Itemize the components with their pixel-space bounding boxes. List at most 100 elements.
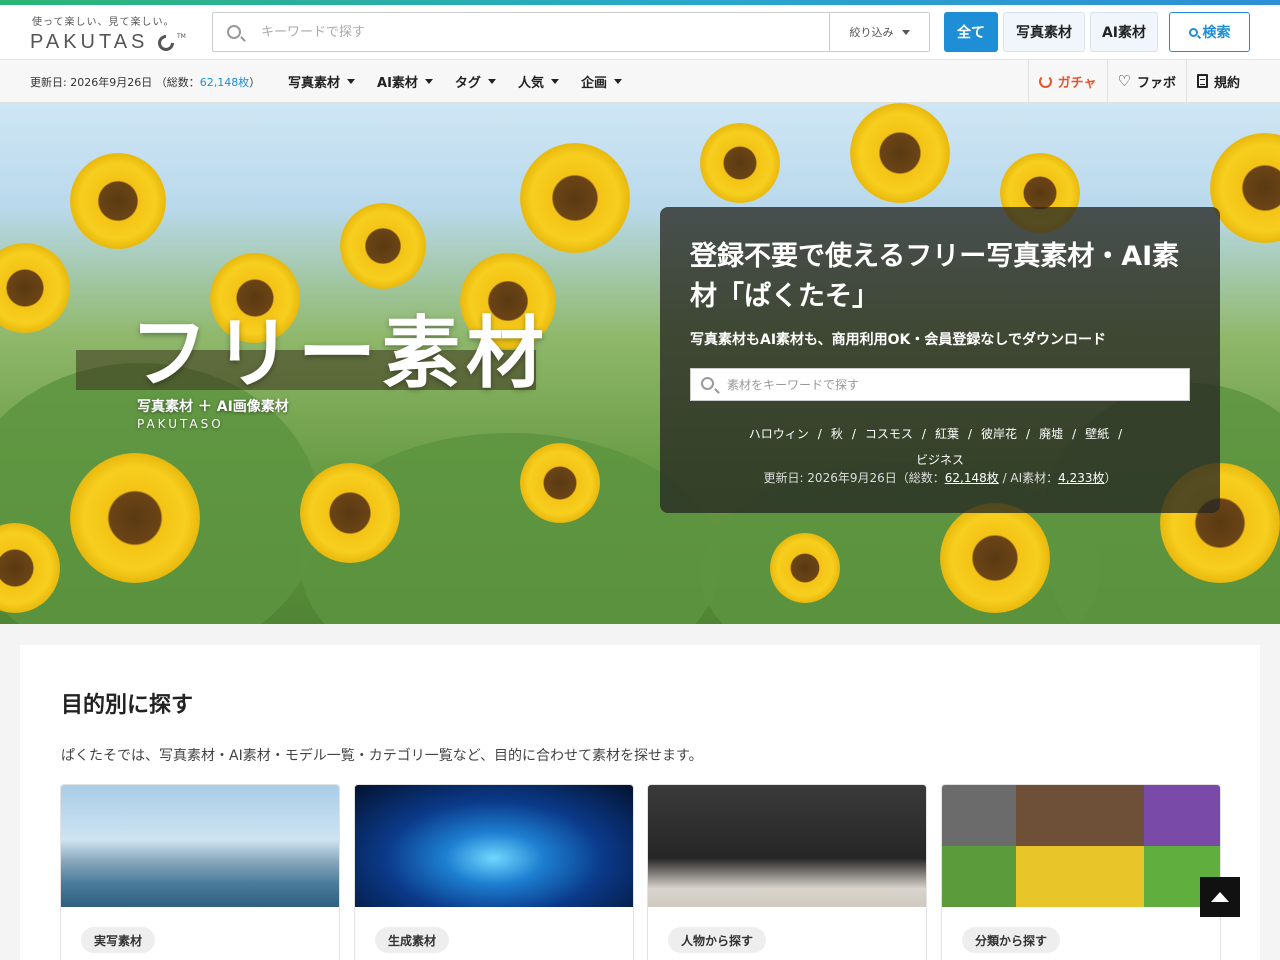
panel-lead: 写真素材もAI素材も、商用利用OK・会員登録なしでダウンロード: [690, 332, 1106, 348]
chevron-down-icon: [347, 79, 356, 84]
update-info: 更新日: 2026年9月26日 （総数：62,148枚）: [30, 74, 260, 90]
header-search-input[interactable]: [261, 19, 821, 45]
panel-search-input[interactable]: [727, 374, 1167, 396]
panel-heading: 登録不要で使えるフリー写真素材・AI素材「ぱくたそ」: [690, 241, 1180, 312]
card-badge: 実写素材: [81, 927, 156, 953]
tag-link[interactable]: ビジネス: [916, 453, 964, 467]
tag-link[interactable]: ハロウィン: [749, 427, 809, 441]
filter-label: 絞り込み: [849, 26, 894, 39]
collage-tile: [1016, 846, 1144, 907]
section-description: ぱくたそでは、写真素材・AI素材・モデル一覧・カテゴリ一覧など、目的に合わせて素…: [61, 748, 703, 764]
nav-item-project[interactable]: 企画: [581, 72, 622, 91]
hero-subtitle: 写真素材 ＋ AI画像素材: [137, 399, 289, 415]
scope-ai-button[interactable]: AI素材: [1090, 12, 1158, 52]
purpose-section: 目的別に探す ぱくたそでは、写真素材・AI素材・モデル一覧・カテゴリ一覧など、目…: [20, 645, 1260, 960]
hero-brand: PAKUTASO: [137, 417, 224, 431]
sunflower-shape: [70, 153, 166, 249]
tag-separator: /: [1118, 427, 1123, 441]
chevron-down-icon: [901, 29, 910, 35]
panel-updated-suffix: ）: [1104, 471, 1117, 485]
logo-tagline: 使って楽しい、見て楽しい。: [32, 17, 175, 28]
chevron-down-icon: [613, 79, 622, 84]
card-generated-material[interactable]: 生成素材: [354, 784, 634, 960]
collage-tile: [1144, 785, 1220, 846]
collage-tile: [942, 846, 1016, 907]
total-count-link[interactable]: 62,148枚: [945, 471, 999, 485]
search-button-label: 検索: [1202, 25, 1231, 41]
nav-item-label: AI素材: [377, 76, 418, 91]
updated-suffix: ）: [249, 76, 261, 89]
tag-separator: /: [1026, 427, 1031, 441]
card-thumbnail-network: [355, 785, 633, 907]
favorite-label: ファボ: [1136, 75, 1176, 91]
scope-all-button[interactable]: 全て: [944, 12, 998, 52]
section-title: 目的別に探す: [61, 693, 194, 718]
tag-separator: /: [921, 427, 926, 441]
panel-update-info: 更新日: 2026年9月26日（総数：62,148枚 / AI素材：4,233枚…: [690, 469, 1190, 486]
hero-banner: フリー素材 写真素材 ＋ AI画像素材 PAKUTASO 登録不要で使えるフリー…: [0, 103, 1280, 624]
card-badge: 分類から探す: [962, 927, 1061, 953]
site-logo[interactable]: 使って楽しい、見て楽しい。 PAKUTAS TM: [30, 11, 190, 55]
nav-item-photo[interactable]: 写真素材: [288, 72, 356, 91]
card-find-by-person[interactable]: 人物から探す: [647, 784, 927, 960]
site-header: 使って楽しい、見て楽しい。 PAKUTAS TM 絞り込み 全て 写真素材 AI…: [0, 5, 1280, 59]
tag-separator: /: [851, 427, 856, 441]
sunflower-shape: [770, 533, 840, 603]
ai-count-link[interactable]: 4,233枚: [1058, 471, 1104, 485]
hero-search-panel: 登録不要で使えるフリー写真素材・AI素材「ぱくたそ」 写真素材もAI素材も、商用…: [660, 207, 1220, 513]
tag-link[interactable]: 紅葉: [935, 427, 959, 441]
nav-right-links: ガチャ ♡ ファボ 規約: [1027, 60, 1250, 102]
nav-item-label: タグ: [454, 76, 481, 91]
sunflower-shape: [700, 123, 780, 203]
sunflower-shape: [340, 203, 426, 289]
scope-photo-button[interactable]: 写真素材: [1003, 12, 1085, 52]
chevron-down-icon: [487, 79, 496, 84]
search-icon: [701, 377, 714, 390]
tag-link[interactable]: コスモス: [865, 427, 913, 441]
sunflower-shape: [520, 443, 600, 523]
terms-link[interactable]: 規約: [1185, 60, 1250, 102]
tag-separator: /: [967, 427, 973, 441]
search-icon: [1188, 27, 1198, 37]
sub-navigation: 更新日: 2026年9月26日 （総数：62,148枚） 写真素材 AI素材 タ…: [0, 59, 1280, 103]
nav-item-label: 企画: [580, 76, 607, 91]
sunflower-shape: [520, 143, 630, 253]
logo-text: PAKUTAS: [30, 31, 149, 53]
card-thumbnail-people: [648, 785, 926, 907]
tag-separator: /: [1072, 427, 1077, 441]
panel-updated-mid: / AI素材：: [998, 471, 1059, 485]
heart-icon: ♡: [1117, 72, 1131, 90]
card-badge: 生成素材: [375, 927, 450, 953]
search-button[interactable]: 検索: [1169, 12, 1250, 52]
nav-item-popular[interactable]: 人気: [518, 72, 559, 91]
tag-link[interactable]: 秋: [831, 427, 843, 441]
panel-updated-prefix: 更新日: 2026年9月26日（総数：: [763, 471, 945, 485]
arrow-up-icon: [1211, 892, 1229, 902]
card-badge: 人物から探す: [668, 927, 767, 953]
favorite-link[interactable]: ♡ ファボ: [1106, 60, 1186, 102]
chevron-down-icon: [550, 79, 559, 84]
document-icon: [1196, 74, 1208, 88]
updated-prefix: 更新日: 2026年9月26日 （総数：: [30, 76, 200, 89]
card-find-by-category[interactable]: 分類から探す: [941, 784, 1221, 960]
header-search-box: 絞り込み: [212, 12, 930, 52]
tag-separator: /: [817, 427, 822, 441]
sunflower-shape: [70, 453, 200, 583]
tag-link[interactable]: 壁紙: [1085, 427, 1109, 441]
hero-title: フリー素材: [130, 309, 551, 399]
sunflower-shape: [300, 463, 400, 563]
scroll-to-top-button[interactable]: [1200, 877, 1240, 917]
tag-link[interactable]: 廃墟: [1039, 427, 1063, 441]
nav-item-ai[interactable]: AI素材: [377, 72, 433, 91]
nav-item-label: 写真素材: [288, 76, 341, 91]
nav-item-tag[interactable]: タグ: [455, 72, 496, 91]
gacha-link[interactable]: ガチャ: [1027, 60, 1107, 102]
card-photo-material[interactable]: 実写素材: [60, 784, 340, 960]
gacha-label: ガチャ: [1057, 75, 1097, 91]
updated-count: 62,148枚: [199, 76, 250, 89]
tag-link[interactable]: 彼岸花: [981, 427, 1017, 441]
filter-dropdown[interactable]: 絞り込み: [829, 13, 929, 51]
panel-search-box: [690, 368, 1190, 401]
sunflower-shape: [0, 243, 70, 333]
sunflower-shape: [1210, 133, 1280, 243]
